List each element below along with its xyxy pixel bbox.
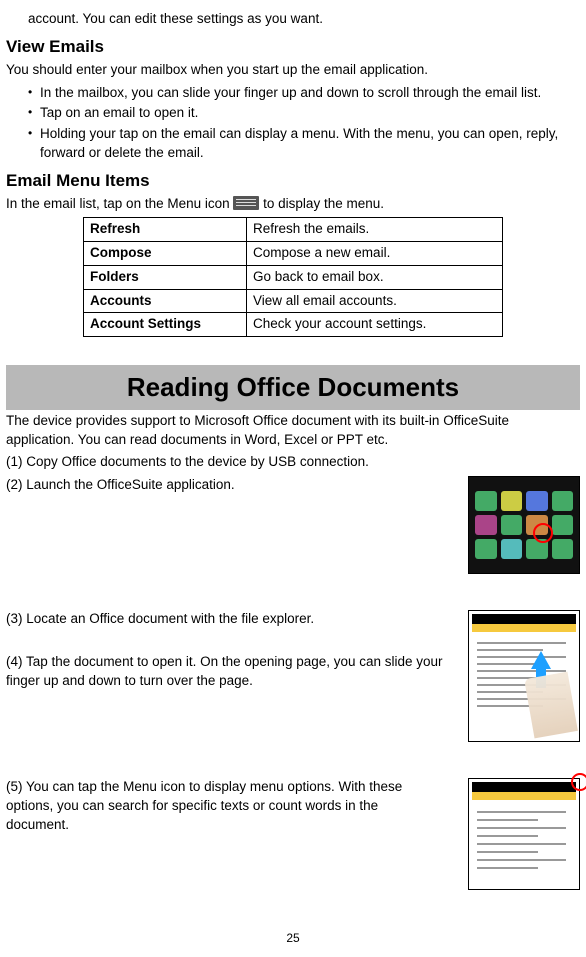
table-row: Account Settings Check your account sett… — [84, 313, 503, 337]
menu-val: Compose a new email. — [247, 241, 503, 265]
menu-intro-after: to display the menu. — [263, 196, 384, 211]
highlight-circle-icon — [571, 773, 586, 791]
table-row: Accounts View all email accounts. — [84, 289, 503, 313]
menu-intro-before: In the email list, tap on the Menu icon — [6, 196, 233, 211]
menu-key: Account Settings — [84, 313, 247, 337]
screenshot-menu-options — [468, 778, 580, 890]
table-row: Compose Compose a new email. — [84, 241, 503, 265]
table-row: Refresh Refresh the emails. — [84, 217, 503, 241]
menu-val: View all email accounts. — [247, 289, 503, 313]
view-emails-intro: You should enter your mailbox when you s… — [6, 61, 580, 80]
partial-previous-line: account. You can edit these settings as … — [28, 10, 580, 29]
menu-val: Refresh the emails. — [247, 217, 503, 241]
screenshot-menu-options-wrap — [468, 778, 580, 890]
bullet-item: In the mailbox, you can slide your finge… — [28, 84, 580, 103]
screenshot-app-launcher — [468, 476, 580, 574]
screenshot-document-scroll — [468, 610, 580, 742]
section-banner-reading: Reading Office Documents — [6, 365, 580, 409]
reading-intro: The device provides support to Microsoft… — [6, 412, 580, 450]
heading-email-menu-items: Email Menu Items — [6, 169, 580, 193]
menu-key: Compose — [84, 241, 247, 265]
heading-view-emails: View Emails — [6, 35, 580, 59]
menu-val: Go back to email box. — [247, 265, 503, 289]
page-number: 25 — [6, 930, 580, 947]
menu-val: Check your account settings. — [247, 313, 503, 337]
view-emails-bullets: In the mailbox, you can slide your finge… — [6, 84, 580, 164]
step-1: (1) Copy Office documents to the device … — [6, 453, 580, 472]
bullet-item: Tap on an email to open it. — [28, 104, 580, 123]
step-5: (5) You can tap the Menu icon to display… — [6, 778, 436, 835]
menu-key: Refresh — [84, 217, 247, 241]
menu-key: Accounts — [84, 289, 247, 313]
menu-icon — [233, 196, 259, 210]
menu-table: Refresh Refresh the emails. Compose Comp… — [83, 217, 503, 337]
menu-key: Folders — [84, 265, 247, 289]
bullet-item: Holding your tap on the email can displa… — [28, 125, 580, 163]
menu-intro: In the email list, tap on the Menu icon … — [6, 195, 580, 214]
table-row: Folders Go back to email box. — [84, 265, 503, 289]
